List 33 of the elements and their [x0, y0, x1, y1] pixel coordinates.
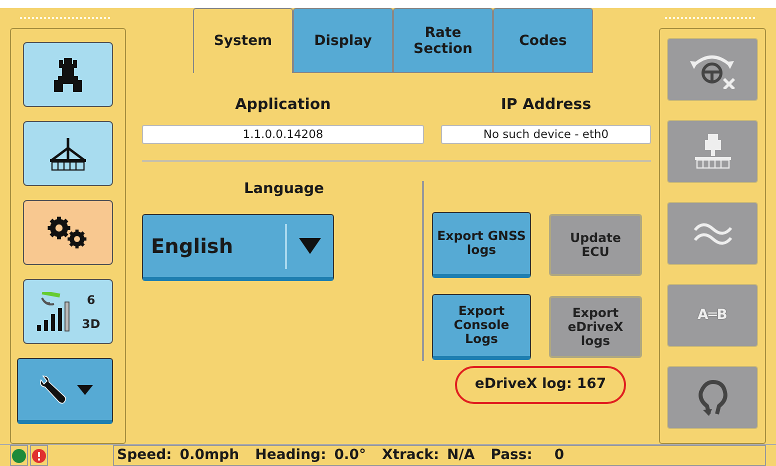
sprayer-icon: [48, 136, 88, 172]
caret-icon: [77, 384, 93, 394]
status-value: 0: [554, 446, 564, 465]
tractor-implement-icon: [692, 134, 732, 170]
tab[interactable]: Codes: [493, 8, 593, 73]
tractor-button[interactable]: [23, 42, 113, 107]
status-label: Speed:: [117, 446, 172, 465]
application-label: Application: [235, 94, 331, 115]
status-label: Heading:: [255, 446, 326, 465]
tractor-icon: [53, 58, 83, 92]
status-value: 0.0°: [334, 446, 366, 465]
status-value: N/A: [447, 446, 475, 465]
action-button[interactable]: Export Console Logs: [432, 294, 531, 360]
tab[interactable]: Rate Section: [393, 8, 493, 73]
tab[interactable]: Display: [293, 8, 393, 73]
language-dropdown[interactable]: English: [142, 214, 334, 282]
ip-address-field: No such device - eth0: [441, 124, 651, 144]
gnss-status-button[interactable]: 6 3D: [23, 279, 113, 344]
status-value: 0.0mph: [180, 446, 240, 465]
ip-address-label: IP Address: [500, 94, 592, 115]
settings-button[interactable]: [23, 200, 113, 265]
dropdown-arrow-icon: [299, 238, 321, 254]
tools-button[interactable]: [17, 358, 113, 424]
language-label: Language: [244, 180, 324, 198]
implement-button[interactable]: [23, 121, 113, 186]
status-label: Pass:: [490, 446, 532, 465]
loop-icon: [696, 380, 728, 416]
status-label: Xtrack:: [382, 446, 440, 465]
application-field: 1.1.0.0.14208: [142, 124, 424, 144]
action-button[interactable]: Export GNSS logs: [432, 212, 531, 278]
log-count-text: eDriveX log: 167: [455, 366, 626, 404]
tab[interactable]: System: [193, 8, 293, 73]
wrench-icon: [37, 374, 69, 406]
